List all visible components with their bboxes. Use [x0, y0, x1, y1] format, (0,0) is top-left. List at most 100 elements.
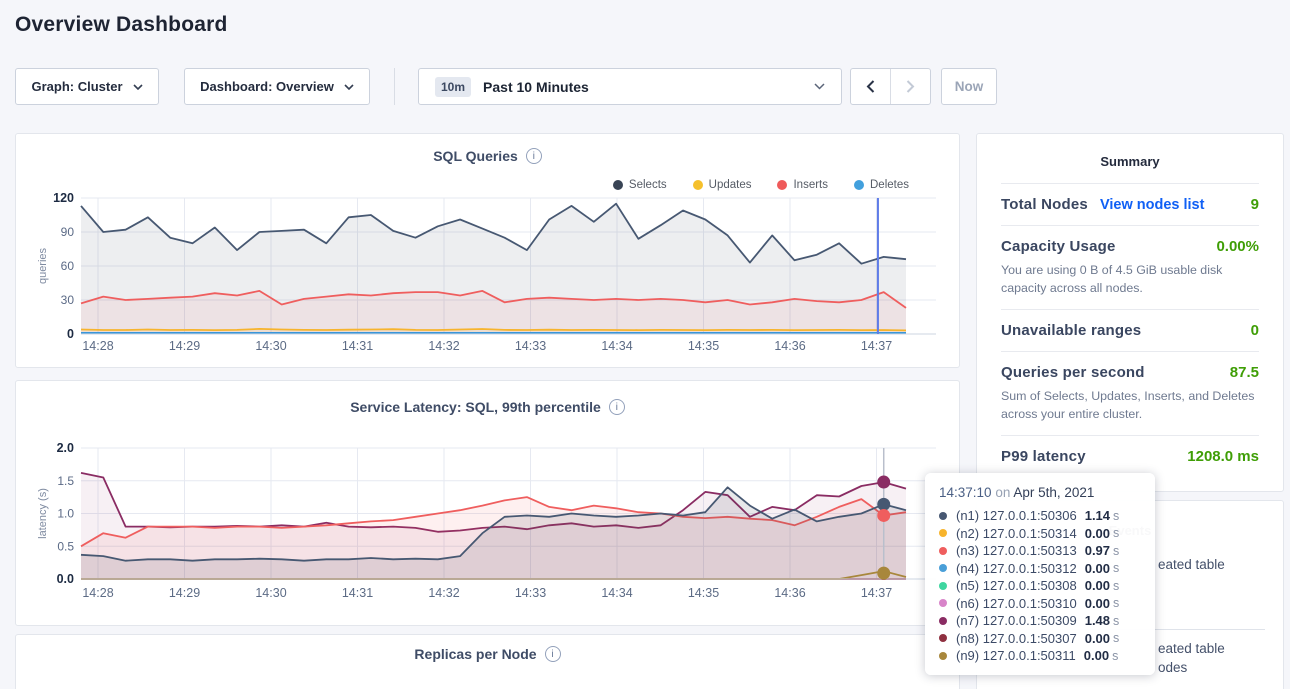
svg-text:14:34: 14:34 — [601, 339, 632, 353]
view-nodes-link[interactable]: View nodes list — [1100, 197, 1205, 213]
time-nav-group — [850, 68, 931, 105]
chart-hover-tooltip: 14:37:10 on Apr 5th, 2021 (n1) 127.0.0.1… — [925, 473, 1155, 675]
capacity-value: 0.00% — [1216, 238, 1259, 255]
tooltip-node-unit: s — [1112, 649, 1118, 663]
tooltip-node-unit: s — [1113, 631, 1119, 645]
event-text-fragment: eated table — [1158, 641, 1225, 656]
sql-queries-chart-card: SQL Queries i SelectsUpdatesInsertsDelet… — [15, 133, 960, 368]
prev-time-button[interactable] — [851, 69, 891, 104]
event-text-fragment: odes — [1158, 660, 1187, 675]
tooltip-node-label: (n1) 127.0.0.1:50306 — [956, 508, 1077, 523]
tooltip-on: on — [995, 485, 1010, 500]
tooltip-time: 14:37:10 — [939, 485, 992, 500]
chevron-down-icon — [814, 83, 825, 90]
tooltip-node-label: (n9) 127.0.0.1:50311 — [956, 648, 1076, 663]
svg-text:14:30: 14:30 — [255, 339, 286, 353]
tooltip-node-unit: s — [1113, 579, 1119, 593]
tooltip-row: (n7) 127.0.0.1:503091.48s — [939, 612, 1141, 630]
summary-item-qps: Queries per second 87.5 Sum of Selects, … — [1001, 351, 1259, 435]
chevron-down-icon — [344, 84, 354, 90]
svg-text:queries: queries — [37, 247, 49, 284]
svg-text:14:36: 14:36 — [774, 339, 805, 353]
summary-item-total-nodes: Total Nodes View nodes list 9 — [1001, 183, 1259, 225]
graph-dropdown-label: Graph: Cluster — [31, 79, 122, 94]
tooltip-rows: (n1) 127.0.0.1:503061.14s(n2) 127.0.0.1:… — [939, 507, 1141, 665]
tooltip-node-label: (n8) 127.0.0.1:50307 — [956, 631, 1077, 646]
dashboard-dropdown-label: Dashboard: Overview — [200, 79, 334, 94]
svg-text:14:28: 14:28 — [82, 586, 113, 600]
tooltip-node-value: 1.14 — [1085, 508, 1110, 523]
qps-label: Queries per second — [1001, 364, 1145, 381]
tooltip-node-value: 0.00 — [1085, 561, 1110, 576]
tooltip-row: (n5) 127.0.0.1:503080.00s — [939, 577, 1141, 595]
unavailable-ranges-label: Unavailable ranges — [1001, 322, 1141, 339]
tooltip-node-value: 0.00 — [1084, 648, 1109, 663]
node-color-dot-icon — [939, 529, 947, 537]
svg-text:30: 30 — [61, 293, 75, 307]
tooltip-node-unit: s — [1113, 526, 1119, 540]
tooltip-node-value: 0.00 — [1085, 526, 1110, 541]
unavailable-ranges-value: 0 — [1251, 322, 1259, 339]
tooltip-row: (n6) 127.0.0.1:503100.00s — [939, 595, 1141, 613]
tooltip-node-unit: s — [1113, 561, 1119, 575]
tooltip-node-value: 0.97 — [1085, 543, 1110, 558]
svg-text:latency (s): latency (s) — [37, 488, 49, 539]
time-range-dropdown[interactable]: 10m Past 10 Minutes — [418, 68, 842, 105]
tooltip-node-label: (n3) 127.0.0.1:50313 — [956, 543, 1077, 558]
page-title: Overview Dashboard — [15, 13, 228, 37]
svg-text:14:29: 14:29 — [169, 586, 200, 600]
tooltip-row: (n4) 127.0.0.1:503120.00s — [939, 560, 1141, 578]
tooltip-node-unit: s — [1113, 509, 1119, 523]
total-nodes-value: 9 — [1251, 196, 1259, 213]
summary-title: Summary — [1001, 154, 1259, 169]
qps-desc: Sum of Selects, Updates, Inserts, and De… — [1001, 387, 1259, 423]
svg-text:1.5: 1.5 — [57, 474, 74, 488]
node-color-dot-icon — [939, 512, 947, 520]
svg-text:14:37: 14:37 — [861, 339, 892, 353]
tooltip-row: (n9) 127.0.0.1:50311 0.00s — [939, 647, 1141, 665]
total-nodes-label: Total Nodes — [1001, 196, 1088, 213]
node-color-dot-icon — [939, 617, 947, 625]
svg-text:14:35: 14:35 — [688, 586, 719, 600]
tooltip-row: (n8) 127.0.0.1:50307 0.00s — [939, 630, 1141, 648]
dashboard-dropdown[interactable]: Dashboard: Overview — [184, 68, 370, 105]
tooltip-node-label: (n2) 127.0.0.1:50314 — [956, 526, 1077, 541]
tooltip-node-label: (n5) 127.0.0.1:50308 — [956, 578, 1077, 593]
tooltip-node-unit: s — [1113, 614, 1119, 628]
chart-title: Replicas per Node — [414, 646, 536, 662]
node-color-dot-icon — [939, 564, 947, 572]
tooltip-row: (n3) 127.0.0.1:50313 0.97s — [939, 542, 1141, 560]
tooltip-node-value: 0.00 — [1085, 631, 1110, 646]
svg-text:14:30: 14:30 — [255, 586, 286, 600]
svg-text:14:33: 14:33 — [515, 339, 546, 353]
svg-text:14:35: 14:35 — [688, 339, 719, 353]
tooltip-node-value: 1.48 — [1085, 613, 1110, 628]
svg-text:2.0: 2.0 — [57, 441, 74, 455]
node-color-dot-icon — [939, 634, 947, 642]
info-icon[interactable]: i — [545, 646, 561, 662]
event-text-fragment: eated table — [1158, 557, 1225, 572]
time-range-badge: 10m — [435, 77, 471, 97]
node-color-dot-icon — [939, 547, 947, 555]
tooltip-node-unit: s — [1113, 544, 1119, 558]
now-button[interactable]: Now — [941, 68, 997, 105]
qps-value: 87.5 — [1230, 364, 1259, 381]
svg-text:14:32: 14:32 — [428, 339, 459, 353]
svg-text:120: 120 — [53, 191, 74, 205]
svg-text:60: 60 — [61, 259, 75, 273]
svg-text:0.0: 0.0 — [57, 572, 74, 586]
replicas-chart-card: Replicas per Node i — [15, 634, 960, 689]
tooltip-date: Apr 5th, 2021 — [1013, 485, 1094, 500]
p99-label: P99 latency — [1001, 448, 1086, 465]
summary-item-unavailable-ranges: Unavailable ranges 0 — [1001, 309, 1259, 351]
svg-text:90: 90 — [61, 225, 75, 239]
next-time-button[interactable] — [891, 69, 931, 104]
node-color-dot-icon — [939, 582, 947, 590]
graph-dropdown[interactable]: Graph: Cluster — [15, 68, 159, 105]
now-button-label: Now — [955, 79, 984, 94]
svg-text:14:32: 14:32 — [428, 586, 459, 600]
tooltip-row: (n2) 127.0.0.1:50314 0.00s — [939, 525, 1141, 543]
tooltip-row: (n1) 127.0.0.1:50306 1.14s — [939, 507, 1141, 525]
svg-text:1.0: 1.0 — [57, 507, 74, 521]
controls-divider — [394, 68, 395, 105]
